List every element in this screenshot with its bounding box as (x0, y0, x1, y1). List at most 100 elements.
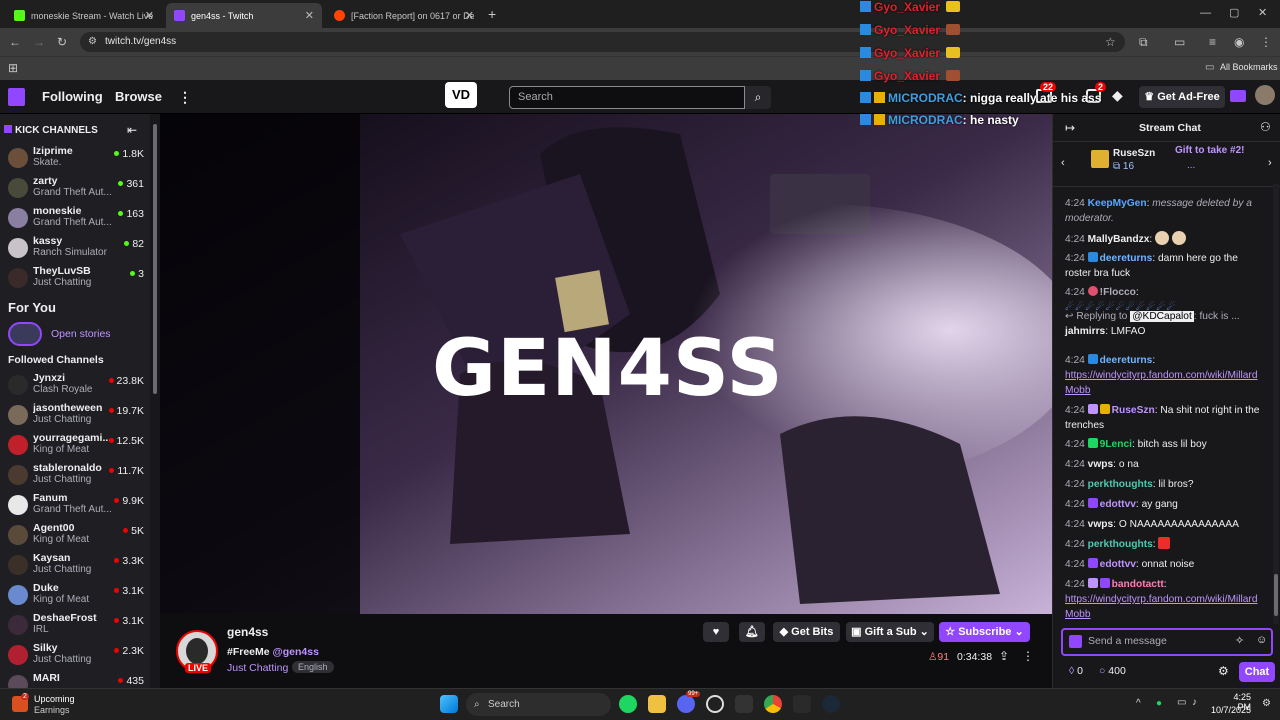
forward-icon[interactable]: → (33, 35, 45, 49)
gift-sub-button[interactable]: ▣ Gift a Sub ⌄ (846, 622, 934, 642)
chat-scrollbar[interactable] (1273, 184, 1279, 624)
prev-arrow-icon[interactable]: ‹ (1061, 157, 1065, 169)
chat-message[interactable]: 4:24 MallyBandzx: (1065, 231, 1265, 247)
chat-message[interactable]: 4:24 edottvv: ay gang (1065, 497, 1265, 512)
app-icon[interactable] (706, 695, 724, 713)
bookmark-star-icon[interactable]: ☆ (1105, 35, 1116, 49)
next-arrow-icon[interactable]: › (1268, 157, 1272, 169)
notify-bell-button[interactable]: 🔔︎ (739, 622, 765, 642)
share-icon[interactable]: ⇪ (999, 649, 1009, 663)
close-tab-icon[interactable]: ✕ (145, 9, 154, 22)
maximize-icon[interactable]: ▢ (1229, 6, 1239, 20)
collapse-chat-icon[interactable]: ↦ (1065, 121, 1075, 135)
sidebar-channel-followed[interactable]: yourragegami... King of Meat 12.5K (0, 430, 150, 460)
chat-message[interactable]: 4:24 deereturns: https://windycityrp.fan… (1065, 353, 1265, 398)
chat-message[interactable]: 4:24 perkthoughts: (1065, 537, 1265, 552)
app-icon-2[interactable] (793, 695, 811, 713)
emoji-icon[interactable]: ☺ (1256, 634, 1267, 646)
notification-center-icon[interactable]: ⚙ (1262, 698, 1271, 709)
chat-input[interactable]: Send a message ✧ ☺ (1061, 628, 1273, 656)
chat-message[interactable]: 4:24 bandotactt: https://windycityrp.fan… (1065, 577, 1265, 622)
chat-message[interactable]: 4:24 edottvv: onnat noise (1065, 557, 1265, 572)
url-bar[interactable]: ⚙ twitch.tv/gen4ss ☆ (80, 32, 1125, 52)
browser-tab[interactable]: moneskie Stream - Watch Live ✕ (6, 3, 162, 28)
more-options-icon[interactable]: ⋮ (1022, 649, 1034, 663)
profile-icon[interactable]: ◉ (1234, 35, 1244, 49)
send-chat-button[interactable]: Chat (1239, 662, 1275, 682)
chat-username[interactable]: deereturns (1100, 253, 1153, 264)
reload-icon[interactable]: ↻ (57, 35, 67, 49)
chat-scroll-thumb[interactable] (1274, 574, 1278, 616)
chat-username[interactable]: jahmirrs (1065, 326, 1105, 337)
chat-username[interactable]: KeepMyGen (1088, 198, 1147, 209)
close-window-icon[interactable]: ✕ (1258, 6, 1267, 20)
prime-icon[interactable] (1230, 90, 1246, 102)
back-icon[interactable]: ← (9, 35, 21, 49)
sidebar-channel-followed[interactable]: Jynxzi Clash Royale 23.8K (0, 370, 150, 400)
chat-username[interactable]: deereturns (1100, 355, 1153, 366)
chrome-icon[interactable] (764, 695, 782, 713)
sidebar-channel-kick_channels[interactable]: TheyLuvSB Just Chatting 3 (0, 263, 150, 293)
clock-date[interactable]: 10/7/2025 (1209, 705, 1251, 715)
all-bookmarks-label[interactable]: All Bookmarks (1220, 62, 1278, 72)
epic-games-icon[interactable] (735, 695, 753, 713)
nav-browse[interactable]: Browse (115, 89, 162, 104)
close-tab-icon[interactable]: ✕ (305, 9, 314, 22)
chat-username[interactable]: vwps (1088, 519, 1113, 530)
reply-context[interactable]: ↩ Replying to @KDCapalot: fuck is ... (1065, 309, 1265, 324)
channel-name[interactable]: gen4ss (227, 625, 268, 639)
mic-icon[interactable]: ● (1156, 698, 1162, 709)
file-explorer-icon[interactable] (648, 695, 666, 713)
spotify-icon[interactable] (619, 695, 637, 713)
chat-username[interactable]: perkthoughts (1088, 479, 1153, 490)
chat-identity-icon[interactable] (1069, 635, 1082, 648)
extensions-icon[interactable]: ⧉ (1139, 35, 1148, 49)
search-button[interactable]: ⌕ (745, 86, 771, 109)
chat-username[interactable]: RuseSzn (1112, 405, 1155, 416)
chat-username[interactable]: !Flocco (1100, 287, 1136, 298)
sidebar-channel-followed[interactable]: Kaysan Just Chatting 3.3K (0, 550, 150, 580)
apps-grid-icon[interactable]: ⊞ (8, 61, 18, 75)
stream-title-mention[interactable]: @gen4ss (273, 646, 319, 658)
sidebar-channel-followed[interactable]: MARI 435 (0, 670, 150, 688)
browser-tab[interactable]: [Faction Report] on 0617 or De ✕ (326, 3, 482, 28)
subscribe-button[interactable]: ☆ Subscribe ⌄ (939, 622, 1030, 642)
collapse-sidebar-icon[interactable]: ⇤ (127, 123, 137, 137)
sidebar-channel-followed[interactable]: Fanum Grand Theft Aut... 9.9K (0, 490, 150, 520)
menu-dots-icon[interactable]: ⋮ (1260, 35, 1272, 49)
sidebar-channel-kick_channels[interactable]: moneskie Grand Theft Aut... 163 (0, 203, 150, 233)
extension-logo-icon[interactable]: VD (445, 82, 477, 108)
chat-settings-icon[interactable]: ⚙ (1218, 664, 1229, 678)
user-avatar[interactable] (1255, 85, 1275, 105)
chat-message[interactable]: 4:24 9Lenci: bitch ass lil boy (1065, 437, 1265, 452)
chat-message[interactable]: 4:24 KeepMyGen: message deleted by a mod… (1065, 196, 1265, 226)
search-input[interactable]: Search (509, 86, 745, 109)
stories-avatar[interactable] (8, 322, 42, 346)
open-stories-link[interactable]: Open stories (51, 328, 111, 340)
media-icon[interactable]: ≡ (1209, 35, 1216, 49)
community-icon[interactable]: ⚇ (1260, 120, 1271, 134)
tray-expand-icon[interactable]: ^ (1136, 698, 1141, 709)
chat-link[interactable]: https://windycityrp.fandom.com/wiki/Mill… (1065, 594, 1258, 620)
browser-tab-active[interactable]: gen4ss - Twitch ✕ (166, 3, 322, 28)
sidebar-channel-followed[interactable]: Silky Just Chatting 2.3K (0, 640, 150, 670)
sidebar-channel-followed[interactable]: DeshaeFrost IRL 3.1K (0, 610, 150, 640)
sidebar-scroll-thumb[interactable] (153, 124, 157, 394)
language-tag[interactable]: English (292, 661, 334, 673)
chat-message[interactable]: 4:24 perkthoughts: lil bros? (1065, 477, 1265, 492)
get-ad-free-button[interactable]: ♛ Get Ad-Free (1139, 86, 1225, 108)
chat-message[interactable]: 4:24 deereturns: damn here go the roster… (1065, 251, 1265, 281)
chat-message[interactable]: 4:24 RuseSzn: Na shit not right in the t… (1065, 403, 1265, 433)
steam-icon[interactable] (822, 695, 840, 713)
nav-following[interactable]: Following (42, 89, 103, 104)
sidebar-channel-followed[interactable]: Agent00 King of Meat 5K (0, 520, 150, 550)
chat-username[interactable]: bandotactt (1112, 579, 1164, 590)
gift-banner[interactable]: ‹ RuseSzn ⧉ 16 Gift to take #2! ... › (1053, 141, 1280, 187)
video-player[interactable]: GEN4SS (160, 114, 1052, 614)
category-link[interactable]: Just Chatting (227, 662, 288, 674)
new-tab-icon[interactable]: + (488, 7, 496, 21)
chat-username[interactable]: vwps (1088, 459, 1113, 470)
volume-icon[interactable]: ♪ (1192, 697, 1197, 708)
discord-icon[interactable] (677, 695, 695, 713)
windows-start-icon[interactable] (440, 695, 458, 713)
